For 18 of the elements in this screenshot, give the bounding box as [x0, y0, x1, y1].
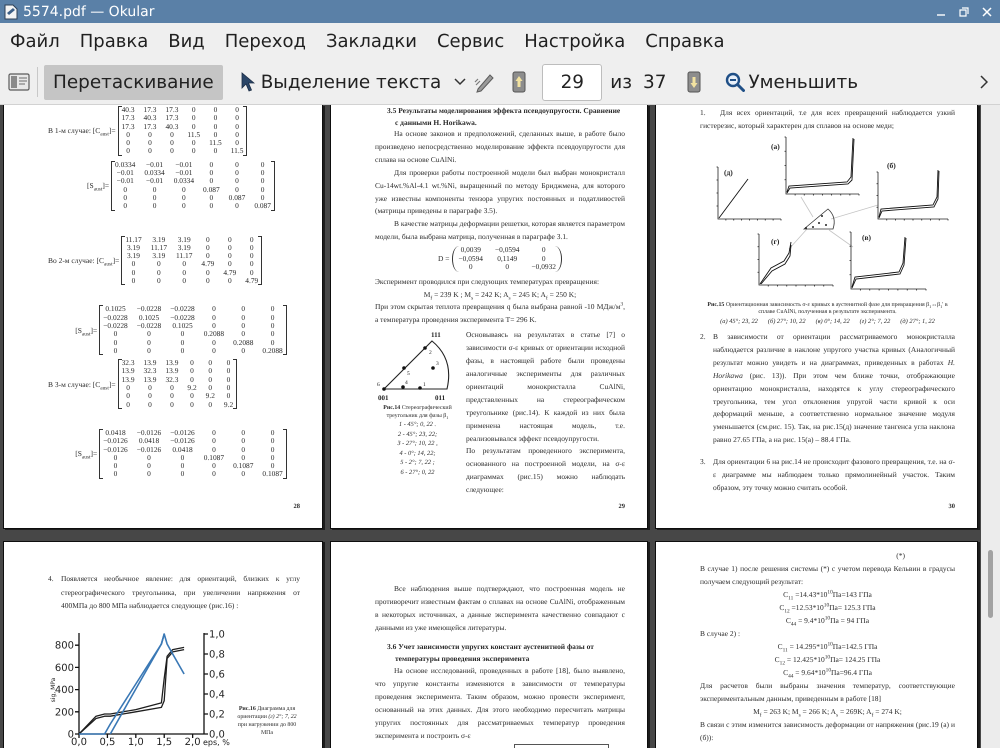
tick-label: 0,6 [209, 669, 225, 680]
tick-label: 1,0 [209, 629, 225, 640]
tick-label: 0,5 [99, 736, 116, 748]
window-title: 5574.pdf — Okular [23, 4, 154, 20]
page-separator: из [610, 72, 632, 92]
tick-label: 0,0 [71, 736, 87, 748]
page-count: 37 [643, 72, 666, 92]
tick-label: 1,0 [128, 736, 144, 748]
tick-label: 0,0 [209, 729, 225, 740]
axis-label: eps, % [203, 738, 230, 746]
tick-label: 2,0 [184, 736, 201, 748]
tick-label: 600 [54, 662, 74, 674]
tick-label: 1,5 [156, 736, 172, 748]
tick-label: 0,4 [209, 689, 225, 700]
tick-label: 800 [54, 640, 74, 652]
tick-label: 0,8 [209, 649, 225, 660]
tick-label: 200 [54, 706, 74, 718]
tick-label: 0,2 [209, 709, 225, 720]
